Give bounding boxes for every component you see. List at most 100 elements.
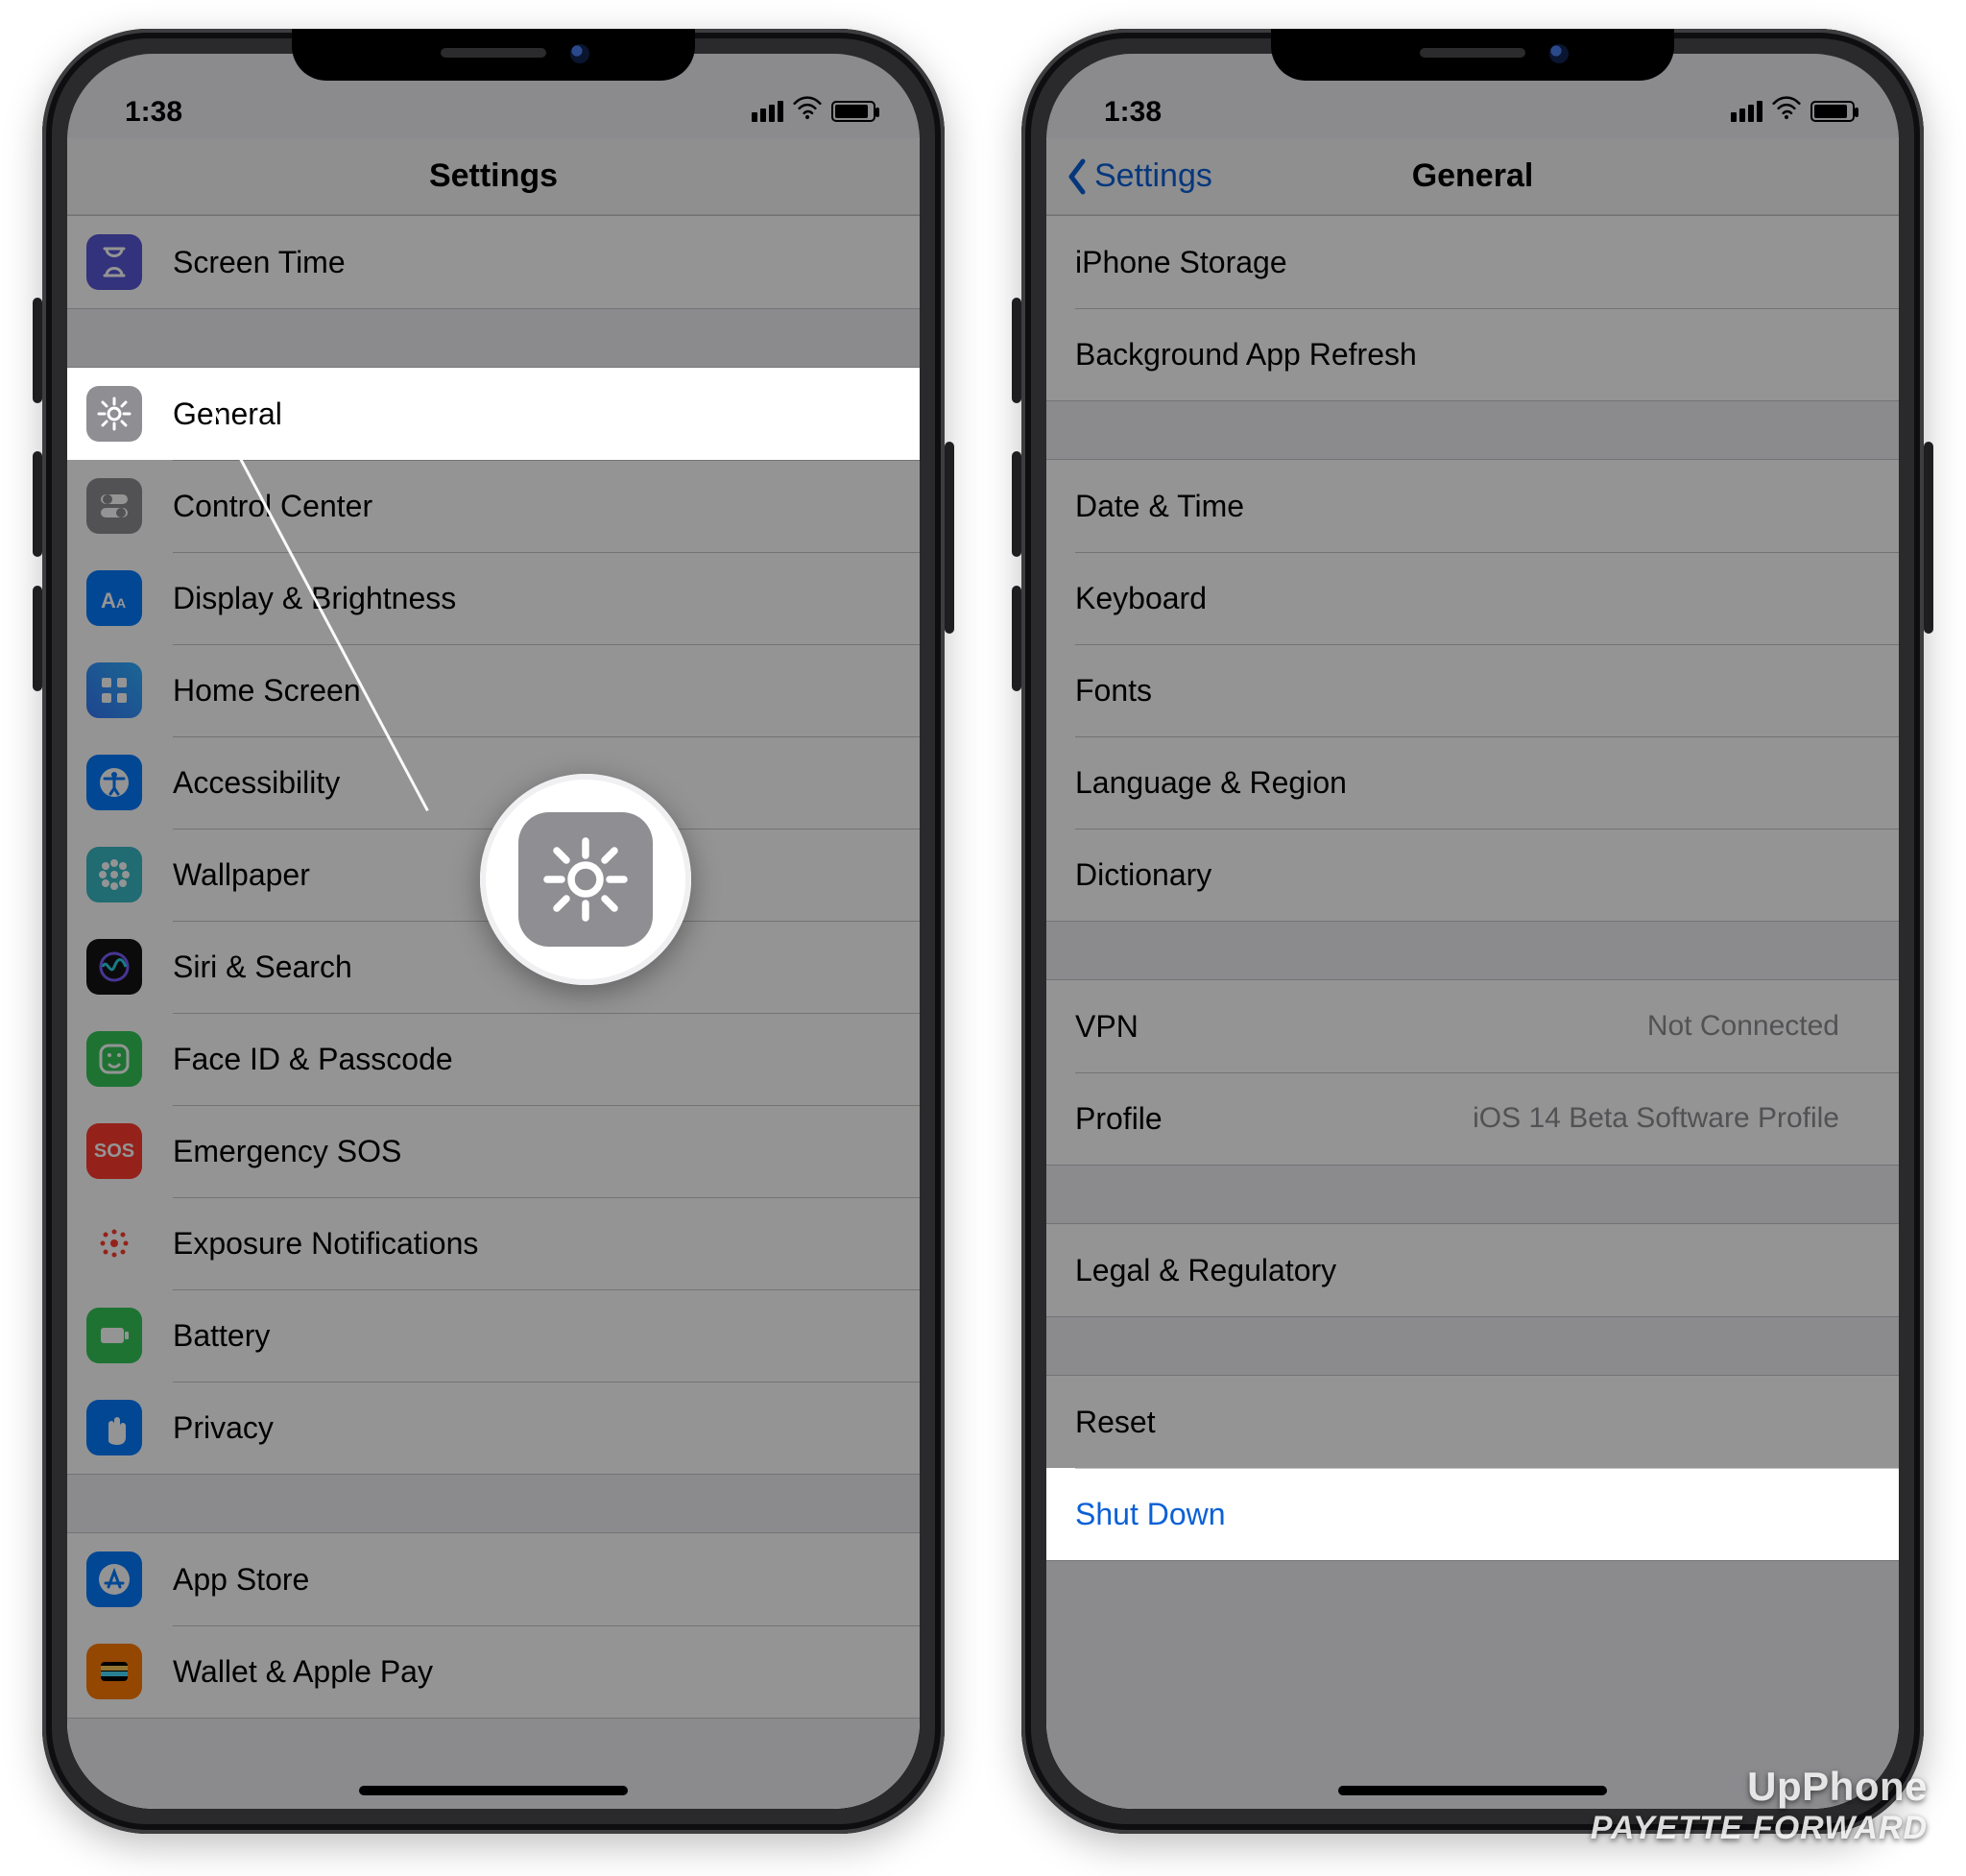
chevron-right-icon <box>874 860 891 889</box>
flower-icon <box>86 847 142 902</box>
row-fonts[interactable]: Fonts <box>1046 644 1899 736</box>
row-privacy[interactable]: Privacy <box>67 1382 920 1474</box>
phone-right: 1:38 Settings General iPhone StorageBack… <box>1021 29 1924 1834</box>
chevron-right-icon <box>874 1657 891 1686</box>
back-label: Settings <box>1094 157 1212 195</box>
chevron-right-icon <box>1853 1407 1870 1436</box>
row-vpn[interactable]: VPNNot Connected <box>1046 980 1899 1072</box>
row-label: Control Center <box>173 489 874 524</box>
chevron-right-icon <box>1853 248 1870 277</box>
chevron-right-icon <box>874 676 891 705</box>
row-app-store[interactable]: App Store <box>67 1533 920 1625</box>
hand-icon <box>86 1400 142 1455</box>
row-date-time[interactable]: Date & Time <box>1046 460 1899 552</box>
chevron-right-icon <box>874 1565 891 1594</box>
status-time: 1:38 <box>125 96 182 129</box>
navbar-general: Settings General <box>1046 138 1899 215</box>
cellular-icon <box>1731 101 1762 122</box>
row-label: Profile <box>1075 1101 1473 1137</box>
row-label: Face ID & Passcode <box>173 1042 874 1077</box>
row-detail: Not Connected <box>1647 1010 1839 1043</box>
chevron-right-icon <box>874 1229 891 1258</box>
row-wallet[interactable]: Wallet & Apple Pay <box>67 1625 920 1718</box>
row-label: Screen Time <box>173 245 874 280</box>
settings-group: Date & TimeKeyboard Fonts Language & Regio… <box>1046 459 1899 922</box>
faceid-icon <box>86 1031 142 1087</box>
row-label: Language & Region <box>1075 765 1853 801</box>
row-screen-time[interactable]: Screen Time <box>67 216 920 308</box>
page-title: Settings <box>429 157 558 195</box>
row-label: Privacy <box>173 1410 874 1446</box>
settings-group: App Store Wallet & Apple Pay <box>67 1532 920 1719</box>
chevron-right-icon <box>874 492 891 520</box>
row-legal[interactable]: Legal & Regulatory <box>1046 1224 1899 1316</box>
row-detail: iOS 14 Beta Software Profile <box>1473 1102 1839 1135</box>
row-label: App Store <box>173 1562 874 1598</box>
chevron-right-icon <box>874 1045 891 1073</box>
battery-icon <box>1810 101 1855 122</box>
chevron-right-icon <box>874 399 891 428</box>
gear-icon <box>518 812 653 947</box>
row-label: Legal & Regulatory <box>1075 1253 1853 1288</box>
cellular-icon <box>752 101 783 122</box>
hourglass-icon <box>86 234 142 290</box>
chevron-right-icon <box>1853 768 1870 797</box>
chevron-right-icon <box>1853 1256 1870 1285</box>
settings-list[interactable]: Screen Time General Control Center Display … <box>67 215 920 1809</box>
row-label: Wallet & Apple Pay <box>173 1654 874 1690</box>
appstore-icon <box>86 1551 142 1607</box>
row-accessibility[interactable]: Accessibility <box>67 736 920 829</box>
row-label: Dictionary <box>1075 857 1853 893</box>
row-battery[interactable]: Battery <box>67 1289 920 1382</box>
page-title: General <box>1412 157 1534 195</box>
phone-left: 1:38 Settings Screen Time General Control … <box>42 29 945 1834</box>
home-indicator <box>359 1786 628 1795</box>
chevron-right-icon <box>874 584 891 613</box>
chevron-right-icon <box>874 248 891 277</box>
row-shutdown[interactable]: Shut Down <box>1046 1468 1899 1560</box>
row-keyboard[interactable]: Keyboard <box>1046 552 1899 644</box>
chevron-right-icon <box>874 768 891 797</box>
row-label: Shut Down <box>1075 1497 1870 1532</box>
row-lang-region[interactable]: Language & Region <box>1046 736 1899 829</box>
home-indicator <box>1338 1786 1607 1795</box>
chevron-right-icon <box>1853 1012 1870 1041</box>
row-label: Fonts <box>1075 673 1853 709</box>
navbar-settings: Settings <box>67 138 920 215</box>
wallet-icon <box>86 1644 142 1699</box>
row-dictionary[interactable]: Dictionary <box>1046 829 1899 921</box>
exposure-icon <box>86 1215 142 1271</box>
row-label: Home Screen <box>173 673 874 709</box>
row-exposure[interactable]: Exposure Notifications <box>67 1197 920 1289</box>
row-reset[interactable]: Reset <box>1046 1376 1899 1468</box>
row-display-brightness[interactable]: Display & Brightness <box>67 552 920 644</box>
settings-group: Screen Time <box>67 215 920 309</box>
chevron-right-icon <box>1853 340 1870 369</box>
general-list[interactable]: iPhone Storage Background App Refresh Date… <box>1046 215 1899 1809</box>
notch <box>292 29 695 81</box>
wifi-icon <box>1772 94 1801 129</box>
row-profile[interactable]: ProfileiOS 14 Beta Software Profile <box>1046 1072 1899 1165</box>
grid-icon <box>86 662 142 718</box>
row-general[interactable]: General <box>67 368 920 460</box>
chevron-right-icon <box>1853 492 1870 520</box>
sos-icon: SOS <box>86 1123 142 1179</box>
chevron-right-icon <box>1853 584 1870 613</box>
row-control-center[interactable]: Control Center <box>67 460 920 552</box>
row-bg-refresh[interactable]: Background App Refresh <box>1046 308 1899 400</box>
battery-icon <box>831 101 875 122</box>
row-iphone-storage[interactable]: iPhone Storage <box>1046 216 1899 308</box>
row-siri-search[interactable]: Siri & Search <box>67 921 920 1013</box>
chevron-right-icon <box>874 1413 891 1442</box>
battery-icon <box>86 1308 142 1363</box>
settings-group: VPNNot ConnectedProfileiOS 14 Beta Softw… <box>1046 979 1899 1166</box>
row-label: iPhone Storage <box>1075 245 1853 280</box>
chevron-right-icon <box>1853 860 1870 889</box>
row-emergency-sos[interactable]: SOSEmergency SOS <box>67 1105 920 1197</box>
back-button[interactable]: Settings <box>1066 138 1212 214</box>
gear-icon <box>86 386 142 442</box>
row-face-id[interactable]: Face ID & Passcode <box>67 1013 920 1105</box>
row-label: Background App Refresh <box>1075 337 1853 373</box>
row-home-screen[interactable]: Home Screen <box>67 644 920 736</box>
row-label: Display & Brightness <box>173 581 874 616</box>
